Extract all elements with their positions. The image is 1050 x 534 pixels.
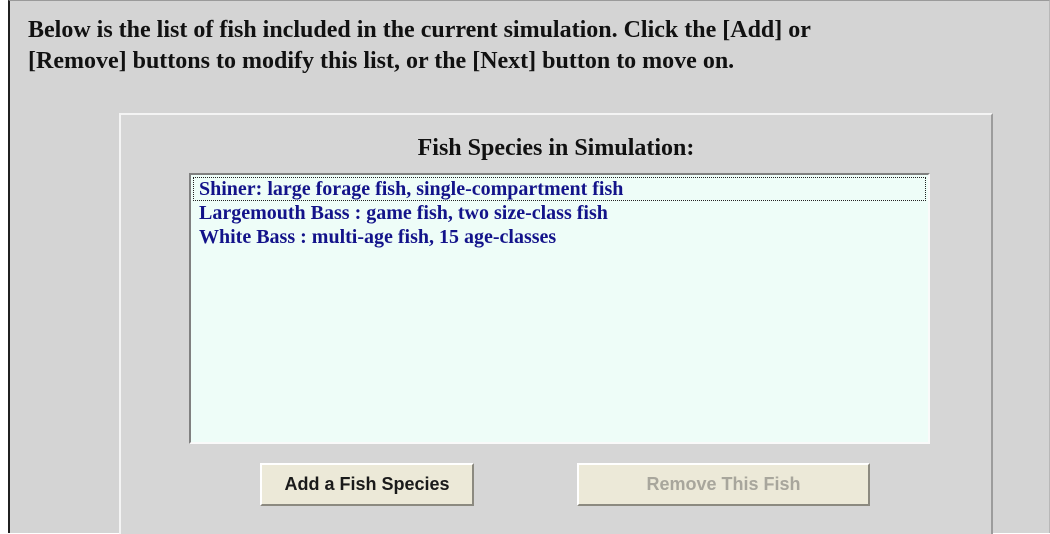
fish-species-listbox[interactable]: Shiner: large forage fish, single-compar… <box>189 173 930 444</box>
fish-species-panel: Fish Species in Simulation: Shiner: larg… <box>119 113 993 534</box>
add-fish-species-button[interactable]: Add a Fish Species <box>260 463 474 506</box>
fish-selection-dialog: Below is the list of fish included in th… <box>8 0 1050 534</box>
remove-fish-button[interactable]: Remove This Fish <box>577 463 870 506</box>
fish-list-item-largemouth-bass[interactable]: Largemouth Bass : game fish, two size-cl… <box>193 201 926 225</box>
panel-title: Fish Species in Simulation: <box>417 135 695 161</box>
instructions-text: Below is the list of fish included in th… <box>28 17 811 74</box>
fish-list-item-shiner[interactable]: Shiner: large forage fish, single-compar… <box>193 177 926 201</box>
fish-list-item-white-bass[interactable]: White Bass : multi-age fish, 15 age-clas… <box>193 225 926 249</box>
